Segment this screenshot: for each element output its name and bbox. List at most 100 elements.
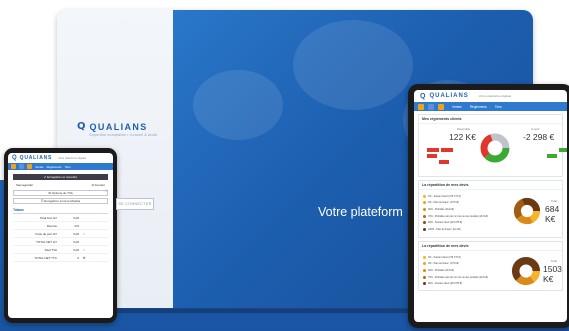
total-label: Remise	[46, 223, 57, 228]
legend-item: 0% - Suivant client (279 770 €)	[423, 193, 513, 200]
legend-label: 0% - Plan de financ. (175 k€)	[428, 201, 459, 205]
legend-dot	[423, 194, 426, 198]
legend-dot	[423, 207, 426, 211]
header-tagline: Votre plateforme digitale	[478, 94, 512, 98]
home-icon[interactable]	[418, 103, 424, 110]
distribution-legend: 0% - Suivant client (279 770 €) 0% - Pla…	[423, 193, 513, 233]
legend-label: 30% - Probable (213 k€)	[428, 268, 454, 272]
legend-dot	[423, 201, 426, 205]
logo-wordmark: QUALIANS	[19, 155, 53, 161]
header-tagline: Votre plateforme digitale	[58, 156, 87, 160]
vat-options-button[interactable]: ⚙ Options de TVA	[13, 190, 108, 196]
phone-nav: Ventes Règlements Tiers	[8, 163, 113, 170]
legend-item: 0% - Suivant client (279 770 €)	[423, 254, 513, 261]
reglements-body: Disponible 122 K€ A venir -2 298 €	[419, 124, 567, 176]
mini-bar-red	[427, 154, 437, 158]
total-value[interactable]: 0%	[61, 224, 79, 228]
total-line: Total brut HT 0,00	[13, 214, 108, 222]
legend-label: 0% - Suivant client (279 770 €)	[428, 194, 461, 198]
quotes-distribution-card: La répartition de mes devis 0% - Suivant…	[418, 180, 563, 238]
logo-wordmark: QUALIANS	[429, 93, 469, 99]
grid-icon[interactable]	[19, 164, 24, 169]
add-icon[interactable]: ⊕	[79, 256, 89, 260]
tablet-screen: Q QUALIANS Votre plateforme digitale Ven…	[414, 90, 567, 322]
hero-highlight	[293, 20, 413, 110]
card-title: La répartition de mes devis	[419, 242, 562, 251]
search-icon[interactable]: ⌕	[79, 248, 89, 252]
mini-bar-red	[441, 148, 453, 152]
legend-item: 0% - Plan de financ. (175 k€)	[423, 261, 513, 268]
mini-bar-green	[547, 154, 557, 158]
cancel-button[interactable]: ⊘ Annuler	[91, 183, 105, 187]
save-button[interactable]: Sauvegarder	[16, 183, 33, 187]
card-title: Mes règlements clients	[419, 115, 562, 124]
legend-item: 70% - Probable soit par mm de cte des pr…	[423, 213, 513, 220]
available-label: Disponible	[457, 127, 471, 131]
total-line: Remise 0%	[13, 222, 108, 230]
legend-item: 70% - Probable soit par mm de cte des pr…	[423, 274, 513, 281]
nav-item-ventes[interactable]: Ventes	[452, 105, 462, 109]
mini-bar-red	[427, 148, 439, 152]
legend-label: 90% - Soutien client (219 975 €)	[428, 282, 463, 286]
total-value[interactable]: 0,00	[61, 232, 79, 236]
legend-item: 30% - Probable (213 k€)	[423, 206, 513, 213]
logo-q-icon: Q	[12, 155, 17, 161]
search-icon[interactable]: ⌕	[79, 232, 89, 236]
card-title: La répartition de mes devis	[419, 181, 562, 190]
nav-item-tiers[interactable]: Tiers	[65, 165, 71, 169]
total-value: 1503 K€	[543, 264, 562, 284]
legend-dot	[423, 221, 426, 225]
nav-item-reglements[interactable]: Règlements	[47, 165, 62, 169]
legend-item: 30% - Probable (213 k€)	[423, 267, 513, 274]
action-row: Sauvegarder ⊘ Annuler	[8, 182, 113, 188]
distribution-donut	[511, 256, 541, 286]
legend-dot	[423, 227, 426, 231]
total-line: Frais de port HT 0,00 ⌕	[13, 230, 108, 238]
legend-item: 100% - Plan de financ. (km k€)	[423, 226, 513, 233]
nav-item-ventes[interactable]: Ventes	[35, 165, 44, 169]
legend-item: 90% - Soutien client (219 975 €)	[423, 219, 513, 226]
legend-label: 100% - Plan de financ. (km k€)	[428, 227, 461, 231]
hero-highlight	[193, 70, 283, 140]
nav-item-reglements[interactable]: Règlements	[470, 105, 487, 109]
save-and-send-button[interactable]: ✔ Enregistrer et remettre	[13, 174, 108, 180]
distribution-donut	[513, 197, 541, 225]
legend-label: 90% - Soutien client (219 975 €)	[428, 221, 463, 225]
hero-tagline: Votre plateform	[318, 205, 403, 219]
total-line: TOTAL NET TTC 0 ⊕	[13, 254, 108, 262]
upcoming-value: -2 298 €	[523, 132, 555, 142]
grid-icon[interactable]	[428, 103, 434, 110]
logo-wordmark: QUALIANS	[89, 122, 148, 132]
total-label: Total	[551, 199, 557, 203]
quotes-distribution-card: La répartition de mes devis 0% - Suivant…	[418, 241, 563, 291]
legend-label: 70% - Probable soit par mm de cte des pr…	[428, 275, 488, 279]
legend-dot	[423, 282, 426, 286]
connect-button[interactable]: SE CONNECTER	[116, 198, 154, 210]
legend-dot	[423, 275, 426, 279]
total-line: TOTAL NET HT 0,00	[13, 238, 108, 246]
distribution-legend: 0% - Suivant client (279 770 €) 0% - Pla…	[423, 254, 513, 287]
legend-item: 90% - Soutien client (219 975 €)	[423, 280, 513, 287]
legend-dot	[423, 268, 426, 272]
menu-icon[interactable]	[27, 164, 32, 169]
total-value[interactable]: 0,00	[61, 216, 79, 220]
tablet-nav: Ventes Règlements Tiers	[414, 102, 567, 111]
phone-screen: Q QUALIANS Votre plateforme digitale Ven…	[8, 153, 113, 318]
login-logo: Q QUALIANS Expertise comptable • Conseil…	[77, 122, 157, 138]
save-as-template-button[interactable]: ☰ Enregistrer comme Modèle	[13, 198, 108, 204]
menu-icon[interactable]	[438, 103, 444, 110]
available-value: 122 K€	[449, 132, 476, 142]
upcoming-label: A venir	[531, 127, 540, 131]
tablet-device: Q QUALIANS Votre plateforme digitale Ven…	[408, 84, 569, 328]
nav-item-tiers[interactable]: Tiers	[495, 105, 502, 109]
home-icon[interactable]	[11, 164, 16, 169]
total-label: Total TVA	[44, 247, 57, 252]
logo-q-icon: Q	[420, 92, 426, 100]
total-value: 0,00	[73, 239, 79, 244]
legend-dot	[423, 214, 426, 218]
legend-dot	[423, 255, 426, 259]
total-value: 684 K€	[545, 204, 560, 224]
phone-device: Q QUALIANS Votre plateforme digitale Ven…	[4, 148, 117, 323]
hide-icon[interactable]: ◌	[105, 188, 108, 194]
total-value[interactable]: 0,00	[61, 248, 79, 252]
